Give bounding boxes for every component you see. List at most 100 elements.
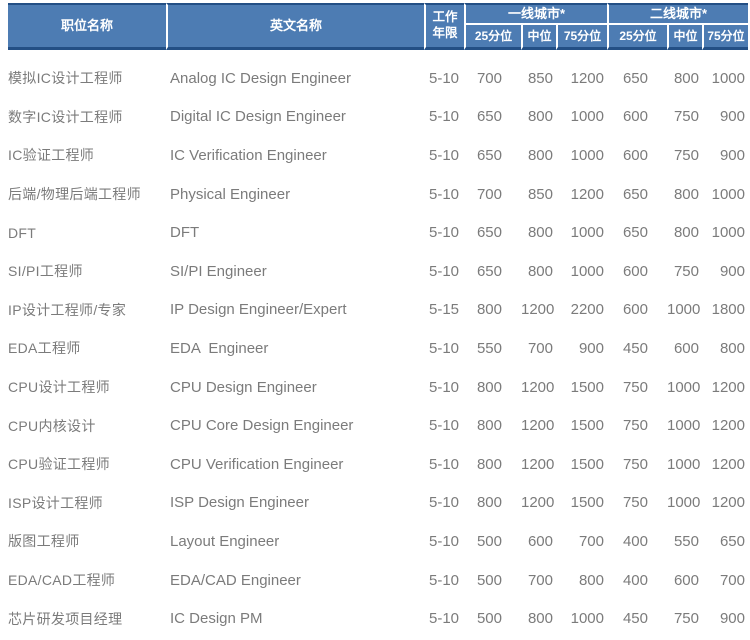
table-row: 版图工程师 Layout Engineer 5-10 500 600 700 4…	[8, 522, 748, 561]
table-row: 模拟IC设计工程师 Analog IC Design Engineer 5-10…	[8, 59, 748, 98]
cell-tier1-p75: 1000	[556, 252, 607, 291]
cell-tier2-p75: 650	[702, 522, 748, 561]
cell-job-title-en: Analog IC Design Engineer	[166, 59, 424, 98]
cell-job-title-cn: EDA工程师	[8, 329, 166, 368]
cell-tier2-median: 550	[667, 522, 702, 561]
cell-work-years: 5-10	[424, 522, 464, 561]
cell-tier1-p25: 550	[464, 329, 521, 368]
cell-tier2-p75: 900	[702, 599, 748, 638]
cell-tier2-median: 750	[667, 599, 702, 638]
cell-tier1-median: 1200	[521, 406, 556, 445]
table-row: IP设计工程师/专家 IP Design Engineer/Expert 5-1…	[8, 291, 748, 330]
cell-tier1-p25: 700	[464, 59, 521, 98]
cell-tier1-p75: 1500	[556, 484, 607, 523]
cell-job-title-en: Physical Engineer	[166, 175, 424, 214]
cell-tier2-p25: 600	[607, 98, 667, 137]
cell-job-title-en: CPU Verification Engineer	[166, 445, 424, 484]
table-row: 数字IC设计工程师 Digital IC Design Engineer 5-1…	[8, 98, 748, 137]
cell-tier1-p25: 800	[464, 484, 521, 523]
table-row: SI/PI工程师 SI/PI Engineer 5-10 650 800 100…	[8, 252, 748, 291]
cell-tier1-median: 850	[521, 175, 556, 214]
header-tier2-cities: 二线城市*	[607, 3, 748, 25]
cell-tier2-median: 750	[667, 252, 702, 291]
header-work-years: 工作年限	[424, 3, 464, 50]
cell-tier1-p75: 1500	[556, 368, 607, 407]
cell-tier1-p25: 800	[464, 445, 521, 484]
cell-tier1-p25: 500	[464, 561, 521, 600]
header-tier2-p25: 25分位	[607, 25, 667, 50]
cell-tier2-p25: 650	[607, 175, 667, 214]
cell-tier1-p75: 1200	[556, 59, 607, 98]
cell-tier2-p25: 750	[607, 368, 667, 407]
cell-job-title-cn: IP设计工程师/专家	[8, 291, 166, 330]
cell-tier1-median: 1200	[521, 445, 556, 484]
table-row: DFT DFT 5-10 650 800 1000 650 800 1000	[8, 213, 748, 252]
cell-work-years: 5-10	[424, 484, 464, 523]
header-tier1-p75: 75分位	[556, 25, 607, 50]
cell-tier2-p25: 450	[607, 599, 667, 638]
cell-job-title-en: Digital IC Design Engineer	[166, 98, 424, 137]
table-header: 职位名称 英文名称 工作年限 一线城市* 二线城市* 25分位 中位 75分位 …	[8, 3, 748, 50]
cell-job-title-cn: ISP设计工程师	[8, 484, 166, 523]
cell-tier1-median: 600	[521, 522, 556, 561]
cell-job-title-en: Layout Engineer	[166, 522, 424, 561]
cell-job-title-en: SI/PI Engineer	[166, 252, 424, 291]
cell-job-title-cn: 芯片研发项目经理	[8, 599, 166, 638]
cell-tier1-p75: 1000	[556, 136, 607, 175]
table-row: 芯片研发项目经理 IC Design PM 5-10 500 800 1000 …	[8, 599, 748, 638]
cell-job-title-en: EDA/CAD Engineer	[166, 561, 424, 600]
cell-tier1-p75: 1500	[556, 445, 607, 484]
header-tier2-p75: 75分位	[702, 25, 748, 50]
header-row-groups: 职位名称 英文名称 工作年限 一线城市* 二线城市*	[8, 3, 748, 25]
cell-tier2-p25: 450	[607, 329, 667, 368]
cell-job-title-en: DFT	[166, 213, 424, 252]
cell-tier1-median: 1200	[521, 484, 556, 523]
cell-tier1-median: 1200	[521, 291, 556, 330]
cell-tier1-p75: 800	[556, 561, 607, 600]
table-row: EDA/CAD工程师 EDA/CAD Engineer 5-10 500 700…	[8, 561, 748, 600]
cell-tier2-p25: 750	[607, 484, 667, 523]
cell-job-title-cn: EDA/CAD工程师	[8, 561, 166, 600]
cell-job-title-cn: 后端/物理后端工程师	[8, 175, 166, 214]
cell-tier2-p25: 400	[607, 561, 667, 600]
cell-work-years: 5-10	[424, 561, 464, 600]
cell-job-title-en: IC Design PM	[166, 599, 424, 638]
cell-tier1-p75: 2200	[556, 291, 607, 330]
cell-tier1-median: 850	[521, 59, 556, 98]
cell-job-title-en: EDA Engineer	[166, 329, 424, 368]
cell-tier2-p75: 800	[702, 329, 748, 368]
cell-work-years: 5-10	[424, 59, 464, 98]
header-english-name: 英文名称	[166, 3, 424, 50]
cell-tier2-p75: 900	[702, 252, 748, 291]
cell-work-years: 5-10	[424, 445, 464, 484]
cell-tier1-p75: 1500	[556, 406, 607, 445]
table-row: 后端/物理后端工程师 Physical Engineer 5-10 700 85…	[8, 175, 748, 214]
cell-tier1-median: 1200	[521, 368, 556, 407]
cell-tier2-p75: 1000	[702, 213, 748, 252]
table-row: CPU验证工程师 CPU Verification Engineer 5-10 …	[8, 445, 748, 484]
cell-tier2-p75: 1800	[702, 291, 748, 330]
cell-tier1-p75: 1000	[556, 213, 607, 252]
cell-tier1-median: 800	[521, 136, 556, 175]
cell-job-title-en: IC Verification Engineer	[166, 136, 424, 175]
cell-job-title-cn: CPU设计工程师	[8, 368, 166, 407]
cell-tier2-p25: 600	[607, 291, 667, 330]
header-tier1-median: 中位	[521, 25, 556, 50]
cell-work-years: 5-10	[424, 329, 464, 368]
cell-job-title-cn: SI/PI工程师	[8, 252, 166, 291]
cell-tier1-median: 800	[521, 599, 556, 638]
cell-tier2-p75: 1000	[702, 175, 748, 214]
header-job-title: 职位名称	[8, 3, 166, 50]
cell-work-years: 5-10	[424, 368, 464, 407]
cell-tier1-median: 800	[521, 98, 556, 137]
cell-job-title-cn: CPU内核设计	[8, 406, 166, 445]
cell-job-title-en: CPU Core Design Engineer	[166, 406, 424, 445]
cell-work-years: 5-10	[424, 98, 464, 137]
header-tier2-median: 中位	[667, 25, 702, 50]
cell-job-title-en: IP Design Engineer/Expert	[166, 291, 424, 330]
cell-tier1-p25: 650	[464, 213, 521, 252]
table-body: 模拟IC设计工程师 Analog IC Design Engineer 5-10…	[8, 50, 748, 638]
header-tier1-p25: 25分位	[464, 25, 521, 50]
cell-tier2-median: 750	[667, 98, 702, 137]
cell-job-title-cn: 模拟IC设计工程师	[8, 59, 166, 98]
